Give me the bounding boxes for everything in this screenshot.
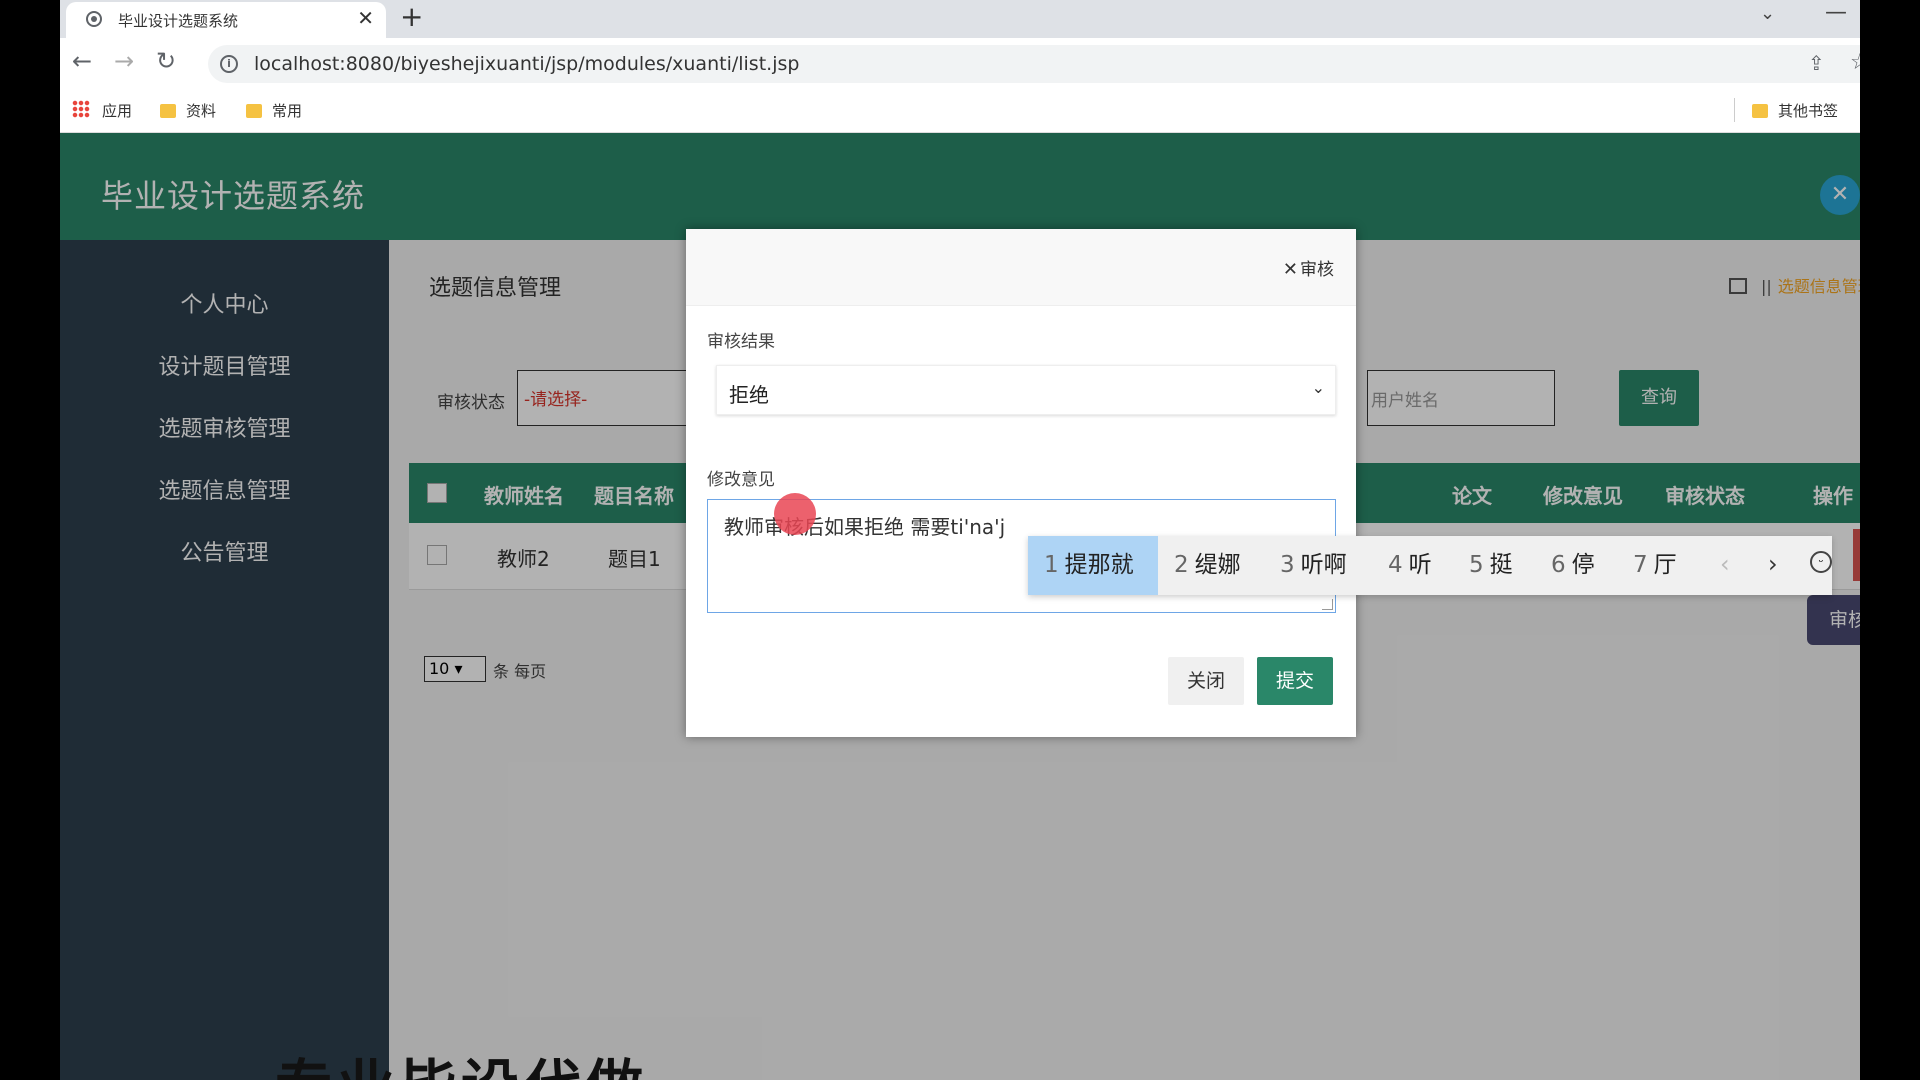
candidate-text: 厅 [1653, 552, 1677, 578]
smiley-icon[interactable]: ᵕ [1810, 551, 1832, 573]
folder-icon [1752, 104, 1768, 118]
screen: 毕业设计选题系统 ✕ + ⌄ — ← → ↻ i localhost:8080/… [60, 0, 1860, 1080]
close-button[interactable]: 关闭 [1168, 657, 1244, 705]
modal-header: ✕ 审核 [686, 229, 1356, 306]
ime-candidate[interactable]: 1 提那就 [1028, 536, 1158, 595]
chevron-down-icon: ⌄ [1311, 378, 1325, 397]
star-icon[interactable]: ☆ [1850, 50, 1860, 75]
minimize-icon[interactable]: — [1825, 0, 1847, 25]
opinion-text: 教师审核后如果拒绝 需要ti'na'j [724, 515, 1006, 539]
ime-candidate[interactable]: 2 缇娜 [1174, 536, 1241, 595]
bookmark-materials[interactable]: 资料 [160, 100, 216, 121]
candidate-number: 5 [1469, 552, 1484, 578]
chevron-right-icon[interactable]: › [1768, 550, 1778, 578]
folder-icon [246, 104, 262, 118]
ime-candidate[interactable]: 3 听啊 [1280, 536, 1347, 595]
tab-title: 毕业设计选题系统 [118, 12, 239, 30]
result-label: 审核结果 [707, 332, 775, 352]
candidate-number: 2 [1174, 552, 1189, 578]
address-bar[interactable]: i localhost:8080/biyeshejixuanti/jsp/mod… [208, 45, 1860, 83]
ime-candidate[interactable]: 6停 [1551, 536, 1595, 595]
browser-toolbar: ← → ↻ i localhost:8080/biyeshejixuanti/j… [60, 38, 1860, 90]
opinion-label: 修改意见 [707, 470, 775, 490]
tab-close-icon[interactable]: ✕ [357, 7, 374, 29]
watermark-text: 专业毕设代做 [275, 1040, 647, 1080]
plus-icon[interactable]: + [400, 2, 423, 32]
candidate-text: 听 [1408, 552, 1432, 578]
mouse-cursor-highlight [774, 493, 816, 535]
bookmarks-bar: 应用 资料 常用 其他书签 [60, 90, 1860, 133]
result-value: 拒绝 [729, 383, 769, 407]
bookmark-label: 其他书签 [1778, 102, 1839, 120]
modal-title-text: 审核 [1300, 260, 1334, 280]
candidate-text: 挺 [1489, 552, 1513, 578]
forward-arrow-icon[interactable]: → [114, 46, 134, 76]
info-icon[interactable]: i [220, 55, 238, 73]
close-icon[interactable]: ✕ [1283, 259, 1298, 280]
submit-button[interactable]: 提交 [1257, 657, 1333, 705]
browser-tab-bar: 毕业设计选题系统 ✕ + ⌄ — [60, 0, 1860, 38]
share-icon[interactable]: ⇪ [1808, 51, 1825, 75]
reload-icon[interactable]: ↻ [156, 46, 176, 76]
bookmark-label: 资料 [186, 102, 217, 120]
candidate-number: 1 [1044, 552, 1059, 578]
modal-title: ✕ 审核 [1283, 255, 1334, 280]
chevron-left-icon[interactable]: ‹ [1720, 550, 1730, 578]
bookmark-common[interactable]: 常用 [246, 100, 302, 121]
ime-candidate[interactable]: 4听 [1388, 536, 1432, 595]
candidate-number: 4 [1388, 552, 1403, 578]
bookmark-apps[interactable]: 应用 [102, 100, 132, 121]
browser-tab[interactable]: 毕业设计选题系统 ✕ [66, 2, 386, 38]
back-arrow-icon[interactable]: ← [72, 46, 92, 76]
chevron-down-icon[interactable]: ⌄ [1760, 3, 1775, 24]
candidate-text: 停 [1571, 552, 1595, 578]
review-modal: ✕ 审核 审核结果 拒绝 ⌄ 修改意见 教师审核后如果拒绝 需要ti'na'j 关… [686, 229, 1356, 737]
candidate-text: 缇娜 [1194, 552, 1241, 578]
url-text: localhost:8080/biyeshejixuanti/jsp/modul… [254, 53, 800, 75]
candidate-number: 6 [1551, 552, 1566, 578]
candidate-number: 7 [1633, 552, 1648, 578]
candidate-text: 提那就 [1064, 552, 1134, 578]
bookmarks-divider [1734, 98, 1735, 122]
ime-candidate[interactable]: 7厅 [1633, 536, 1677, 595]
result-select[interactable]: 拒绝 ⌄ [716, 365, 1336, 415]
site-icon [86, 11, 102, 27]
folder-icon [160, 104, 176, 118]
candidate-number: 3 [1280, 552, 1295, 578]
bookmark-other[interactable]: 其他书签 [1752, 100, 1838, 121]
bookmark-label: 常用 [272, 102, 303, 120]
ime-candidate[interactable]: 5挺 [1469, 536, 1513, 595]
ime-candidate-bar: 1 提那就 2 缇娜 3 听啊 4听 5挺 6停 7厅 ‹ › ᵕ [1028, 536, 1832, 595]
apps-grid-icon[interactable] [72, 100, 90, 118]
candidate-text: 听啊 [1300, 552, 1347, 578]
resize-grip[interactable] [1322, 599, 1333, 610]
